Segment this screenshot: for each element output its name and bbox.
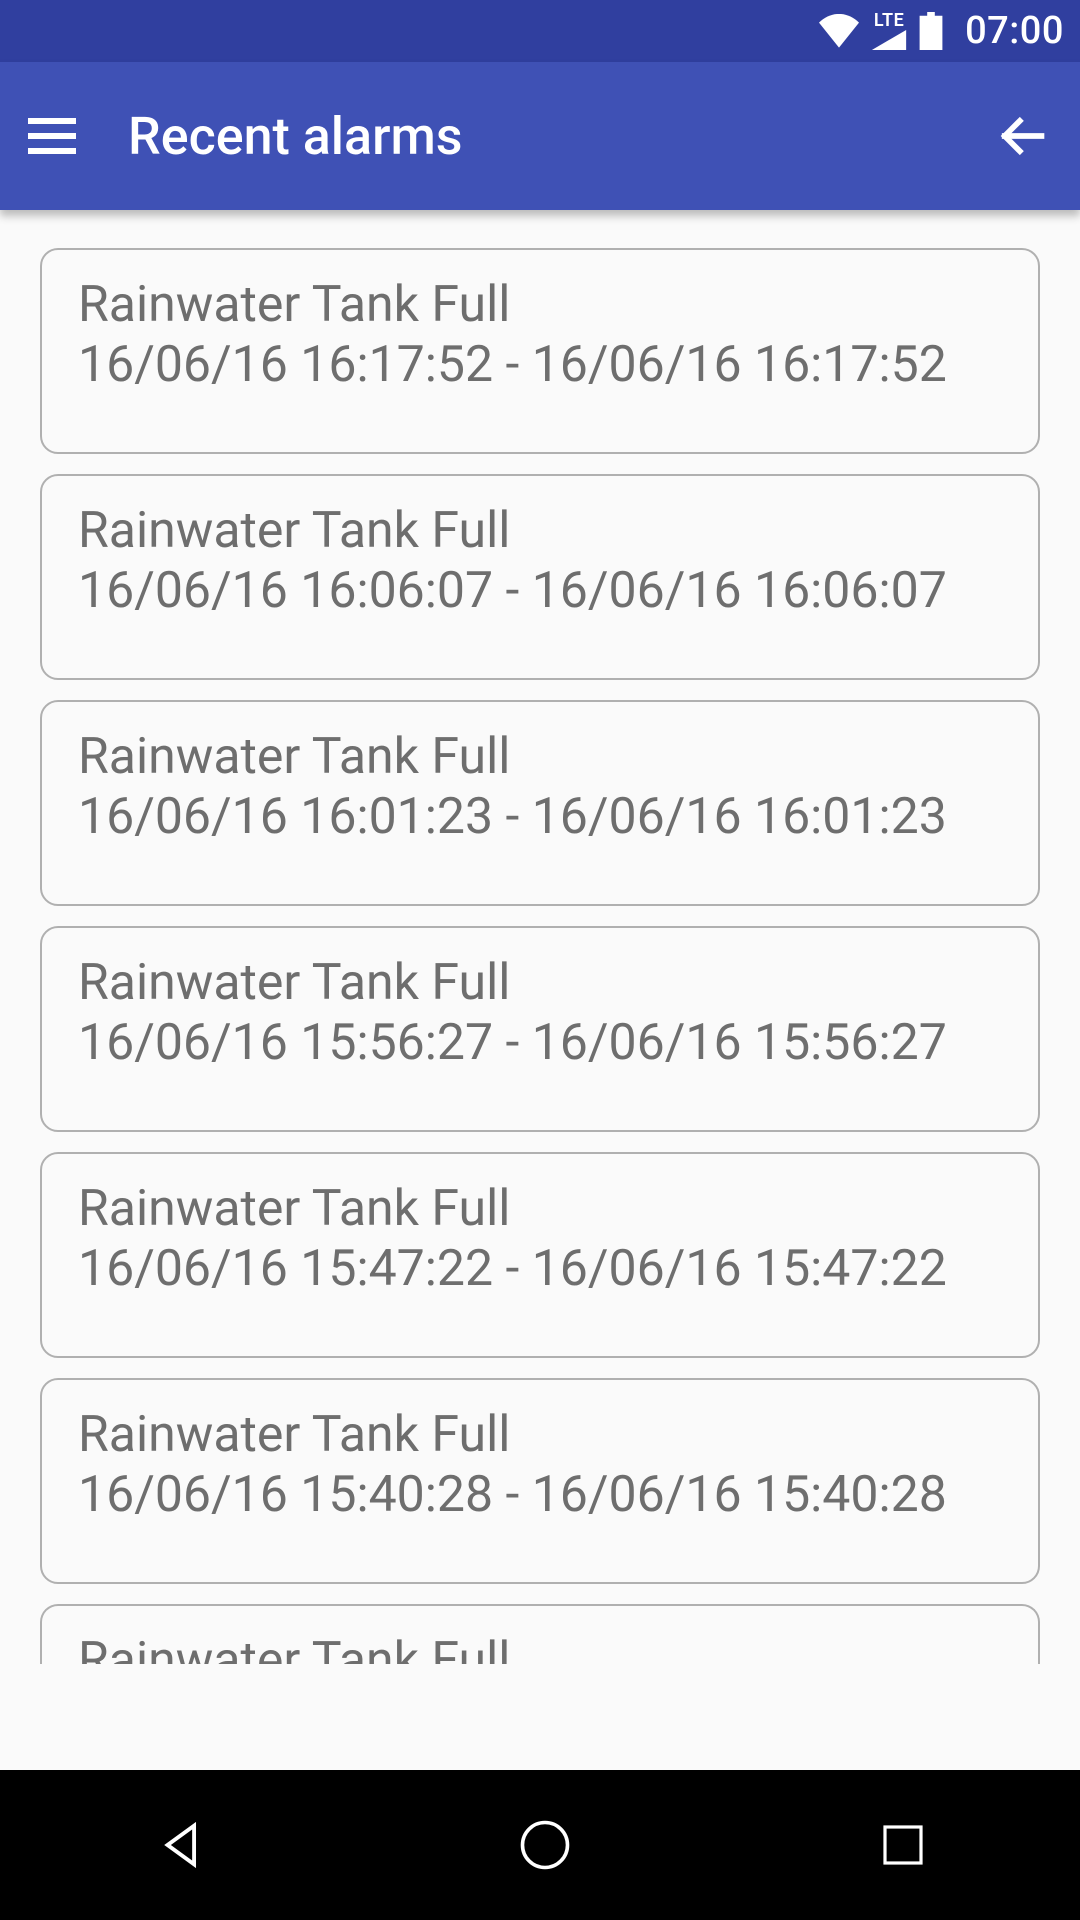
app-bar: Recent alarms: [0, 62, 1080, 210]
menu-icon[interactable]: [24, 108, 80, 164]
alarm-title: Rainwater Tank Full: [78, 502, 1002, 560]
alarm-title: Rainwater Tank Full: [78, 1406, 1002, 1464]
alarm-time: 16/06/16 16:01:23 - 16/06/16 16:01:23: [78, 788, 1002, 846]
nav-bar: [0, 1770, 1080, 1920]
alarm-item[interactable]: Rainwater Tank Full 16/06/16 16:06:07 - …: [40, 474, 1040, 680]
wifi-icon: [819, 14, 859, 48]
alarm-title: Rainwater Tank Full: [78, 276, 1002, 334]
status-bar: LTE 07:00: [0, 0, 1080, 62]
alarm-item[interactable]: Rainwater Tank Full: [40, 1604, 1040, 1664]
alarm-item[interactable]: Rainwater Tank Full 16/06/16 16:17:52 - …: [40, 248, 1040, 454]
alarm-time: 16/06/16 15:56:27 - 16/06/16 15:56:27: [78, 1014, 1002, 1072]
battery-icon: [919, 12, 943, 50]
page-title: Recent alarms: [128, 106, 994, 167]
alarm-item[interactable]: Rainwater Tank Full 16/06/16 16:01:23 - …: [40, 700, 1040, 906]
lte-icon: LTE: [871, 12, 907, 50]
nav-back-icon[interactable]: [153, 1816, 211, 1874]
lte-label: LTE: [874, 12, 904, 30]
alarm-item[interactable]: Rainwater Tank Full 16/06/16 15:47:22 - …: [40, 1152, 1040, 1358]
screen: LTE 07:00 Recent alarms Rainwater Tank: [0, 0, 1080, 1920]
alarm-title: Rainwater Tank Full: [78, 728, 1002, 786]
alarm-time: 16/06/16 16:17:52 - 16/06/16 16:17:52: [78, 336, 1002, 394]
nav-home-icon[interactable]: [518, 1818, 572, 1872]
alarm-list[interactable]: Rainwater Tank Full 16/06/16 16:17:52 - …: [0, 210, 1080, 1770]
nav-recent-icon[interactable]: [879, 1821, 927, 1869]
back-arrow-icon[interactable]: [994, 108, 1050, 164]
alarm-title: Rainwater Tank Full: [78, 1180, 1002, 1238]
alarm-time: 16/06/16 15:40:28 - 16/06/16 15:40:28: [78, 1466, 1002, 1524]
alarm-time: 16/06/16 15:47:22 - 16/06/16 15:47:22: [78, 1240, 1002, 1298]
alarm-item[interactable]: Rainwater Tank Full 16/06/16 15:40:28 - …: [40, 1378, 1040, 1584]
alarm-time: 16/06/16 16:06:07 - 16/06/16 16:06:07: [78, 562, 1002, 620]
alarm-title: Rainwater Tank Full: [78, 1632, 1002, 1664]
status-time: 07:00: [965, 9, 1064, 53]
alarm-item[interactable]: Rainwater Tank Full 16/06/16 15:56:27 - …: [40, 926, 1040, 1132]
alarm-title: Rainwater Tank Full: [78, 954, 1002, 1012]
